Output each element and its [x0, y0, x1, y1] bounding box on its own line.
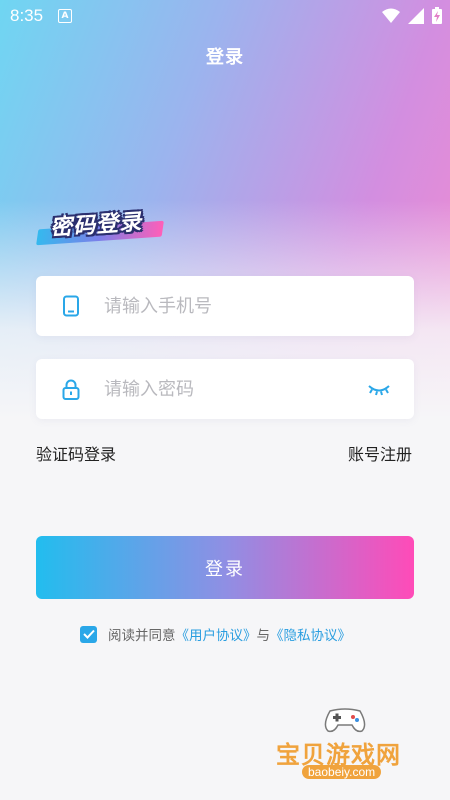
- checkmark-icon: [82, 629, 95, 639]
- watermark: 宝贝游戏网 baobeiy.com: [276, 705, 436, 797]
- gamepad-icon: [324, 708, 366, 733]
- agreement-row: 阅读并同意 《用户协议》 与 《隐私协议》: [80, 624, 351, 644]
- phone-field[interactable]: [36, 276, 414, 336]
- sms-login-link[interactable]: 验证码登录: [36, 441, 116, 465]
- logo-text: 密码登录: [49, 209, 143, 242]
- privacy-policy-link[interactable]: 《隐私协议》: [270, 624, 351, 644]
- phone-input[interactable]: [104, 276, 364, 336]
- user-agreement-link[interactable]: 《用户协议》: [176, 624, 257, 644]
- eye-closed-icon[interactable]: [368, 379, 390, 399]
- agreement-checkbox[interactable]: [80, 625, 97, 643]
- lock-icon: [62, 379, 80, 400]
- register-link[interactable]: 账号注册: [348, 441, 412, 465]
- password-input[interactable]: [104, 359, 364, 419]
- status-icons: [382, 7, 442, 24]
- signal-icon: [408, 7, 424, 24]
- notification-icon: A: [58, 9, 72, 23]
- agreement-prefix: 阅读并同意: [108, 628, 176, 644]
- phone-icon: [63, 295, 79, 317]
- page-title: 登录: [206, 47, 244, 68]
- status-bar: 8:35 A: [0, 0, 450, 32]
- password-field[interactable]: [36, 359, 414, 419]
- wifi-icon: [382, 8, 400, 23]
- battery-charging-icon: [432, 7, 442, 24]
- password-login-logo: 密码登录: [36, 203, 168, 249]
- agreement-conjunction: 与: [256, 628, 271, 644]
- watermark-url: baobeiy.com: [302, 765, 382, 779]
- status-time: 8:35: [10, 6, 44, 25]
- login-button[interactable]: 登录: [36, 536, 414, 599]
